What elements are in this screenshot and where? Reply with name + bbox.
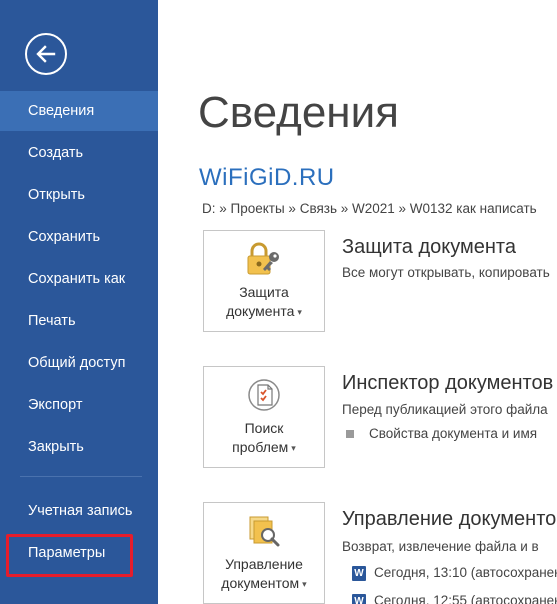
dropdown-caret-icon: ▾ (302, 578, 307, 589)
nav-divider (20, 476, 142, 477)
nav-item-save[interactable]: Сохранить (0, 217, 158, 257)
manage-document-button[interactable]: Управление документом ▾ (203, 502, 325, 604)
version-label: Сегодня, 13:10 (автосохранение) (374, 565, 557, 580)
site-watermark: WiFiGiD.RU (199, 164, 335, 191)
manage-document-icon (249, 516, 280, 547)
back-arrow-icon (36, 45, 56, 63)
version-label: Сегодня, 12:55 (автосохранение) (374, 593, 557, 604)
manage-section-description: Возврат, извлечение файла и в (342, 539, 539, 554)
inspect-bullet-text: Свойства документа и имя (369, 426, 538, 441)
nav-item-print[interactable]: Печать (0, 301, 158, 341)
lock-key-icon (247, 242, 279, 275)
nav-item-close[interactable]: Закрыть (0, 427, 158, 467)
dropdown-caret-icon: ▾ (297, 306, 302, 317)
document-path: D: » Проекты » Связь » W2021 » W0132 как… (202, 201, 537, 216)
inspect-document-icon (248, 379, 280, 411)
manage-label-line2: документом (221, 575, 300, 591)
info-pane: Сведения WiFiGiD.RU D: » Проекты » Связь… (158, 0, 557, 604)
back-button[interactable] (25, 33, 67, 75)
word-doc-icon: W (352, 593, 366, 604)
protect-label-line2: документа (226, 303, 295, 319)
manage-label-line1: Управление (225, 556, 303, 572)
dropdown-caret-icon: ▾ (291, 442, 296, 453)
version-item[interactable]: W Сегодня, 12:55 (автосохранение) (352, 593, 557, 604)
inspect-section-title: Инспектор документов (342, 372, 554, 394)
backstage-sidebar: Сведения Создать Открыть Сохранить Сохра… (0, 0, 158, 604)
nav-item-open[interactable]: Открыть (0, 175, 158, 215)
protect-document-button[interactable]: Защита документа ▾ (203, 230, 325, 332)
page-title: Сведения (198, 88, 400, 137)
check-issues-label-line2: проблем (232, 439, 289, 455)
version-item[interactable]: W Сегодня, 13:10 (автосохранение) (352, 565, 557, 581)
nav-item-options[interactable]: Параметры (0, 533, 158, 573)
check-issues-button[interactable]: Поиск проблем ▾ (203, 366, 325, 468)
nav-item-save-as[interactable]: Сохранить как (0, 259, 158, 299)
protect-section-description: Все могут открывать, копировать (342, 265, 550, 280)
check-issues-label-line1: Поиск (244, 420, 284, 436)
nav-item-info[interactable]: Сведения (0, 91, 158, 131)
nav-item-export[interactable]: Экспорт (0, 385, 158, 425)
inspect-section-description: Перед публикацией этого файла (342, 402, 548, 417)
manage-section-title: Управление документом (342, 508, 557, 530)
bullet-square-icon (346, 430, 354, 439)
word-doc-icon: W (352, 565, 366, 581)
nav-item-account[interactable]: Учетная запись (0, 491, 158, 531)
nav-item-share[interactable]: Общий доступ (0, 343, 158, 383)
protect-label-line1: Защита (239, 284, 289, 300)
protect-section-title: Защита документа (342, 236, 516, 258)
inspect-bullet-item: Свойства документа и имя (346, 426, 537, 441)
nav-item-new[interactable]: Создать (0, 133, 158, 173)
